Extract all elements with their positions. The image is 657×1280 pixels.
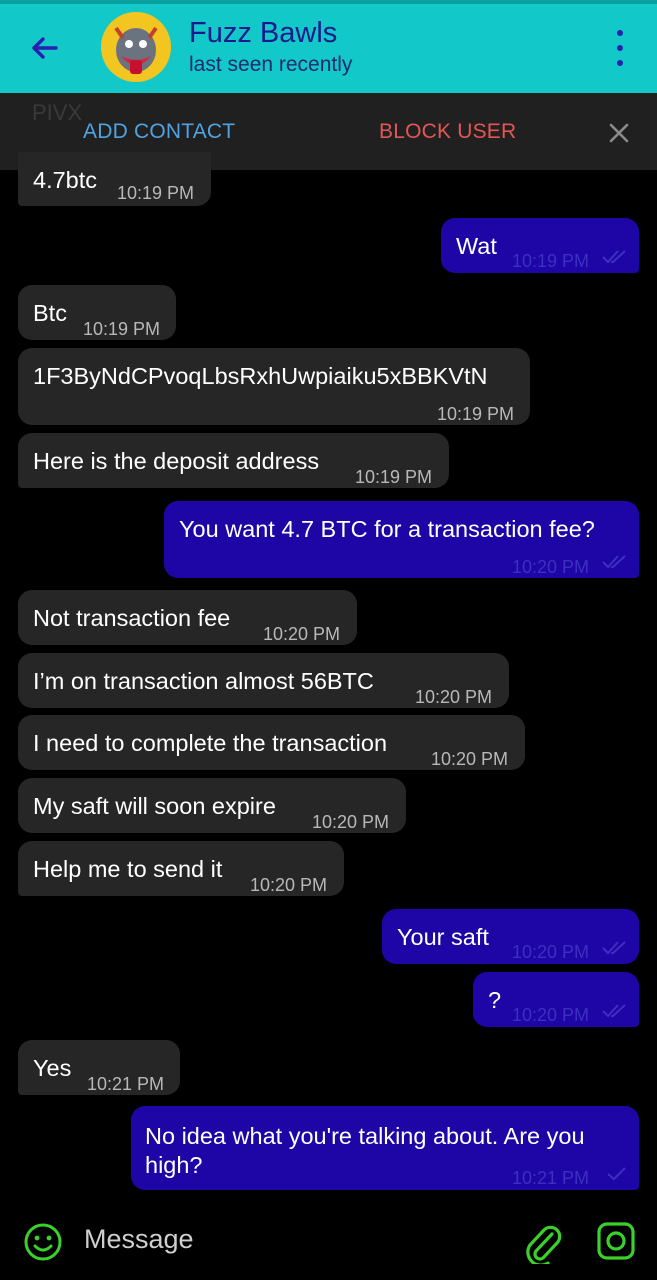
message-incoming[interactable]: Here is the deposit address 10:19 PM: [18, 433, 449, 488]
camera-icon-glyph: [597, 1222, 635, 1260]
double-check-icon: [602, 1004, 626, 1018]
message-time: 10:20 PM: [512, 1005, 590, 1025]
message-time: 10:20 PM: [263, 624, 341, 644]
message-incoming[interactable]: Not transaction fee 10:20 PM: [18, 590, 357, 645]
message-text: Help me to send it: [33, 856, 223, 882]
message-incoming[interactable]: I’m on transaction almost 56BTC 10:20 PM: [18, 653, 509, 708]
emoji-icon[interactable]: [23, 1222, 63, 1262]
message-time: 10:19 PM: [83, 319, 161, 339]
message-time: 10:20 PM: [431, 749, 509, 769]
message-text: ?: [488, 987, 502, 1013]
message-incoming[interactable]: 4.7btc 10:19 PM: [18, 152, 211, 206]
message-outgoing[interactable]: You want 4.7 BTC for a transaction fee? …: [164, 501, 639, 578]
message-incoming[interactable]: I need to complete the transaction 10:20…: [18, 715, 525, 770]
back-button[interactable]: [22, 26, 66, 70]
message-time: 10:19 PM: [117, 183, 195, 203]
message-text: I need to complete the transaction: [33, 730, 388, 756]
avatar-image: [101, 12, 171, 82]
message-text: My saft will soon expire: [33, 793, 276, 819]
message-time: 10:19 PM: [512, 251, 590, 271]
single-check-icon: [607, 1167, 626, 1181]
message-text: 4.7btc: [33, 167, 98, 193]
message-time: 10:21 PM: [512, 1168, 590, 1188]
message-incoming[interactable]: Yes 10:21 PM: [18, 1040, 180, 1095]
message-incoming[interactable]: Btc 10:19 PM: [18, 285, 176, 340]
message-incoming[interactable]: 1F3ByNdCPvoqLbsRxhUwpiaiku5xBBKVtN 10:19…: [18, 348, 530, 425]
double-check-icon: [602, 941, 626, 955]
double-check-icon: [602, 555, 626, 569]
message-time: 10:19 PM: [355, 467, 433, 487]
message-incoming[interactable]: My saft will soon expire 10:20 PM: [18, 778, 406, 833]
arrow-left-icon: [32, 37, 58, 59]
avatar[interactable]: [101, 12, 171, 82]
message-input[interactable]: [84, 1224, 504, 1255]
message-time: 10:20 PM: [415, 687, 493, 707]
message-text: Btc: [33, 300, 67, 326]
close-icon-glyph: [609, 123, 629, 143]
message-text: Not transaction fee: [33, 605, 231, 631]
double-check-icon: [602, 250, 626, 264]
message-text-line-2: high?: [145, 1152, 203, 1178]
message-text: I’m on transaction almost 56BTC: [33, 668, 374, 694]
message-time: 10:20 PM: [312, 812, 390, 832]
message-outgoing[interactable]: Wat 10:19 PM: [441, 218, 639, 273]
add-contact-button[interactable]: ADD CONTACT: [83, 120, 235, 144]
contact-name[interactable]: Fuzz Bawls: [189, 17, 337, 50]
message-time: 10:21 PM: [87, 1074, 165, 1094]
message-outgoing[interactable]: No idea what you're talking about. Are y…: [131, 1106, 639, 1190]
message-text: Here is the deposit address: [33, 448, 320, 474]
message-text-line-1: No idea what you're talking about. Are y…: [145, 1123, 585, 1149]
emoji-icon-glyph: [24, 1223, 62, 1261]
kebab-menu-icon[interactable]: [606, 30, 634, 66]
message-text: Yes: [33, 1055, 72, 1081]
message-time: 10:20 PM: [512, 942, 590, 962]
message-outgoing[interactable]: ? 10:20 PM: [473, 972, 639, 1027]
message-time: 10:20 PM: [512, 557, 590, 577]
camera-icon[interactable]: [596, 1221, 636, 1261]
paperclip-icon-glyph: [526, 1225, 562, 1267]
block-user-button[interactable]: BLOCK USER: [379, 120, 516, 144]
last-seen-status: last seen recently: [189, 53, 353, 76]
message-text: Your saft: [397, 924, 489, 950]
message-time: 10:20 PM: [250, 875, 328, 895]
message-time: 10:19 PM: [437, 404, 515, 424]
message-incoming[interactable]: Help me to send it 10:20 PM: [18, 841, 344, 896]
message-text: Wat: [456, 233, 497, 259]
paperclip-icon[interactable]: [522, 1220, 562, 1267]
message-text: You want 4.7 BTC for a transaction fee?: [179, 516, 595, 542]
close-icon[interactable]: [604, 118, 634, 148]
message-text: 1F3ByNdCPvoqLbsRxhUwpiaiku5xBBKVtN: [33, 363, 488, 389]
faded-pinned-text: PIVX: [32, 100, 83, 125]
message-outgoing[interactable]: Your saft 10:20 PM: [382, 909, 639, 964]
